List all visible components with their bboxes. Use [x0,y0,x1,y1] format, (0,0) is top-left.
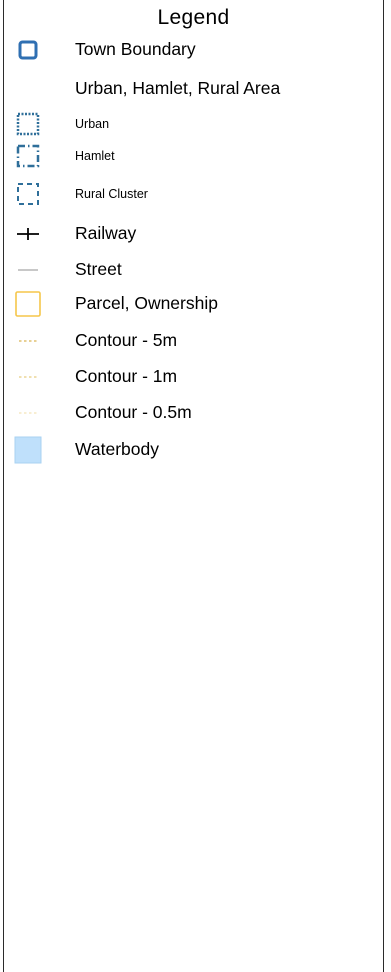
contour-05m-icon [14,399,42,427]
legend-label-area-group: Urban, Hamlet, Rural Area [75,78,281,98]
urban-area-icon [14,110,42,138]
parcel-icon [14,290,42,318]
contour-1m-icon [14,363,42,391]
legend-item-town-boundary: Town Boundary [4,36,383,64]
legend-label-street: Street [75,259,122,279]
legend-label-waterbody: Waterbody [75,439,159,459]
rural-cluster-icon [14,180,42,208]
legend-item-waterbody: Waterbody [4,436,383,464]
railway-icon [14,220,42,248]
street-icon [14,256,42,284]
legend-item-contour-05m: Contour - 0.5m [4,399,383,427]
legend-label-rural-cluster: Rural Cluster [75,187,148,201]
legend-item-rural-cluster: Rural Cluster [4,180,383,208]
contour-5m-icon [14,327,42,355]
legend-group-heading: Urban, Hamlet, Rural Area [4,75,383,103]
legend-item-hamlet: Hamlet [4,142,383,170]
legend-item-railway: Railway [4,220,383,248]
legend-label-contour-05m: Contour - 0.5m [75,402,192,422]
waterbody-icon [14,436,42,464]
legend-label-urban: Urban [75,117,110,131]
legend-item-parcel: Parcel, Ownership [4,290,383,318]
legend-item-contour-5m: Contour - 5m [4,327,383,355]
legend-panel: Legend Town Boundary Urban, Hamlet, Rura… [3,0,384,972]
legend-label-contour-1m: Contour - 1m [75,366,178,386]
legend-item-contour-1m: Contour - 1m [4,363,383,391]
legend-label-contour-5m: Contour - 5m [75,330,178,350]
hamlet-area-icon [14,142,42,170]
legend-label-railway: Railway [75,223,137,243]
legend-item-urban: Urban [4,110,383,138]
town-boundary-icon [14,36,42,64]
legend-item-street: Street [4,256,383,284]
legend-label-hamlet: Hamlet [75,149,115,163]
legend-title: Legend [157,6,230,29]
legend-label-town-boundary: Town Boundary [75,39,196,59]
legend-label-parcel: Parcel, Ownership [75,293,218,313]
